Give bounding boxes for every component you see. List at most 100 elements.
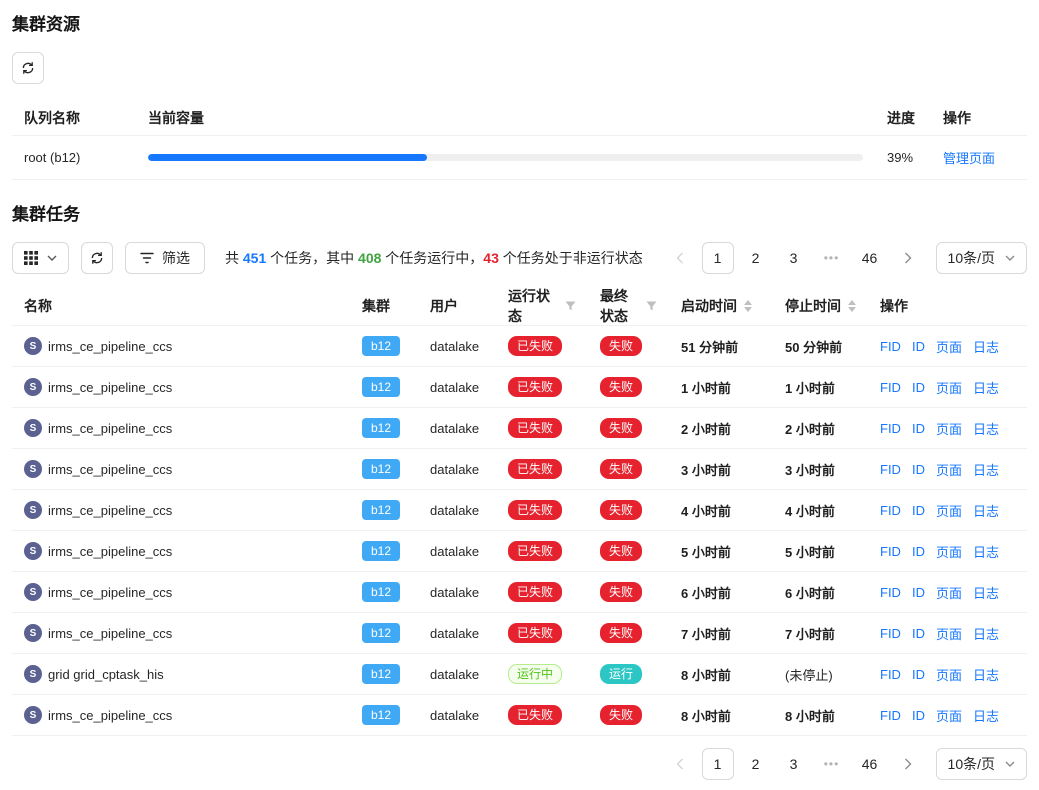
chevron-down-icon [1005,255,1015,261]
resources-table: 队列名称 当前容量 进度 操作 root (b12) 39% 管理页面 [12,100,1027,180]
spark-avatar: S [24,378,42,396]
pagination-next-button[interactable] [892,748,924,780]
id-link[interactable]: ID [912,667,925,682]
pagination-next-button[interactable] [892,242,924,274]
pagination-page-3[interactable]: 3 [778,748,810,780]
pagination-page-1[interactable]: 1 [702,242,734,274]
id-link[interactable]: ID [912,544,925,559]
filter-lines-icon [140,252,154,264]
page-size-value: 10条/页 [948,248,995,268]
resources-table-header: 队列名称 当前容量 进度 操作 [12,100,1027,136]
fid-link[interactable]: FID [880,339,901,354]
resources-refresh-button[interactable] [12,52,44,84]
page-link[interactable]: 页面 [936,542,962,561]
column-layout-button[interactable] [12,242,69,274]
run-status-badge: 已失败 [508,459,562,479]
pagination-bottom: 1 2 3 ••• 46 10条/页 [664,748,1027,780]
table-row: S irms_ce_pipeline_ccs b12 datalake 已失败 … [12,572,1027,613]
page-link[interactable]: 页面 [936,460,962,479]
log-link[interactable]: 日志 [973,583,999,602]
fid-link[interactable]: FID [880,462,901,477]
run-status-badge: 已失败 [508,418,562,438]
page-link[interactable]: 页面 [936,378,962,397]
log-link[interactable]: 日志 [973,337,999,356]
final-status-badge: 失败 [600,459,642,479]
page-link[interactable]: 页面 [936,583,962,602]
page-link[interactable]: 页面 [936,665,962,684]
table-row: S irms_ce_pipeline_ccs b12 datalake 已失败 … [12,531,1027,572]
page-link[interactable]: 页面 [936,337,962,356]
pagination-ellipsis[interactable]: ••• [816,748,848,780]
header-user: 用户 [418,296,496,316]
run-status-filter-icon[interactable] [565,301,576,312]
fid-link[interactable]: FID [880,380,901,395]
table-row: S irms_ce_pipeline_ccs b12 datalake 已失败 … [12,449,1027,490]
id-link[interactable]: ID [912,708,925,723]
manage-page-link[interactable]: 管理页面 [943,148,995,167]
pagination-page-3[interactable]: 3 [778,242,810,274]
task-name: irms_ce_pipeline_ccs [48,708,172,723]
start-time: 4 小时前 [669,501,773,520]
fid-link[interactable]: FID [880,626,901,641]
run-status-badge: 运行中 [508,664,562,684]
id-link[interactable]: ID [912,503,925,518]
log-link[interactable]: 日志 [973,706,999,725]
final-status-filter-icon[interactable] [646,301,657,312]
filter-button[interactable]: 筛选 [125,242,205,274]
log-link[interactable]: 日志 [973,624,999,643]
page-link[interactable]: 页面 [936,706,962,725]
pagination-prev-button[interactable] [664,748,696,780]
header-cluster: 集群 [350,296,418,316]
stop-time: 50 分钟前 [773,337,868,356]
pagination-prev-button[interactable] [664,242,696,274]
section-title-cluster-tasks: 集群任务 [12,204,1027,226]
task-user: datalake [418,585,496,600]
fid-link[interactable]: FID [880,667,901,682]
log-link[interactable]: 日志 [973,665,999,684]
fid-link[interactable]: FID [880,503,901,518]
id-link[interactable]: ID [912,421,925,436]
pagination-page-1[interactable]: 1 [702,748,734,780]
fid-link[interactable]: FID [880,708,901,723]
task-name: irms_ce_pipeline_ccs [48,544,172,559]
tasks-toolbar: 筛选 共 451 个任务，其中 408 个任务运行中，43 个任务处于非运行状态… [12,242,1027,274]
capacity-progress-fill [148,154,427,161]
start-time-sort-icon[interactable] [744,300,752,312]
page-link[interactable]: 页面 [936,419,962,438]
page-link[interactable]: 页面 [936,501,962,520]
pagination-page-46[interactable]: 46 [854,242,886,274]
final-status-badge: 失败 [600,582,642,602]
run-status-badge: 已失败 [508,582,562,602]
log-link[interactable]: 日志 [973,419,999,438]
pagination-page-2[interactable]: 2 [740,748,772,780]
cluster-badge: b12 [362,377,400,397]
id-link[interactable]: ID [912,626,925,641]
spark-avatar: S [24,501,42,519]
header-final-status: 最终状态 [588,286,669,326]
fid-link[interactable]: FID [880,585,901,600]
header-name: 名称 [12,296,350,316]
tasks-refresh-button[interactable] [81,242,113,274]
id-link[interactable]: ID [912,462,925,477]
id-link[interactable]: ID [912,380,925,395]
page-link[interactable]: 页面 [936,624,962,643]
start-time: 1 小时前 [669,378,773,397]
header-run-status: 运行状态 [496,286,588,326]
stop-time-sort-icon[interactable] [848,300,856,312]
fid-link[interactable]: FID [880,421,901,436]
pagination-page-46[interactable]: 46 [854,748,886,780]
log-link[interactable]: 日志 [973,460,999,479]
log-link[interactable]: 日志 [973,542,999,561]
task-user: datalake [418,380,496,395]
page-size-select[interactable]: 10条/页 [936,242,1027,274]
id-link[interactable]: ID [912,339,925,354]
fid-link[interactable]: FID [880,544,901,559]
pagination-ellipsis[interactable]: ••• [816,242,848,274]
page-size-select[interactable]: 10条/页 [936,748,1027,780]
log-link[interactable]: 日志 [973,501,999,520]
pagination-page-2[interactable]: 2 [740,242,772,274]
id-link[interactable]: ID [912,585,925,600]
log-link[interactable]: 日志 [973,378,999,397]
run-status-badge: 已失败 [508,623,562,643]
queue-name: root (b12) [12,150,136,165]
